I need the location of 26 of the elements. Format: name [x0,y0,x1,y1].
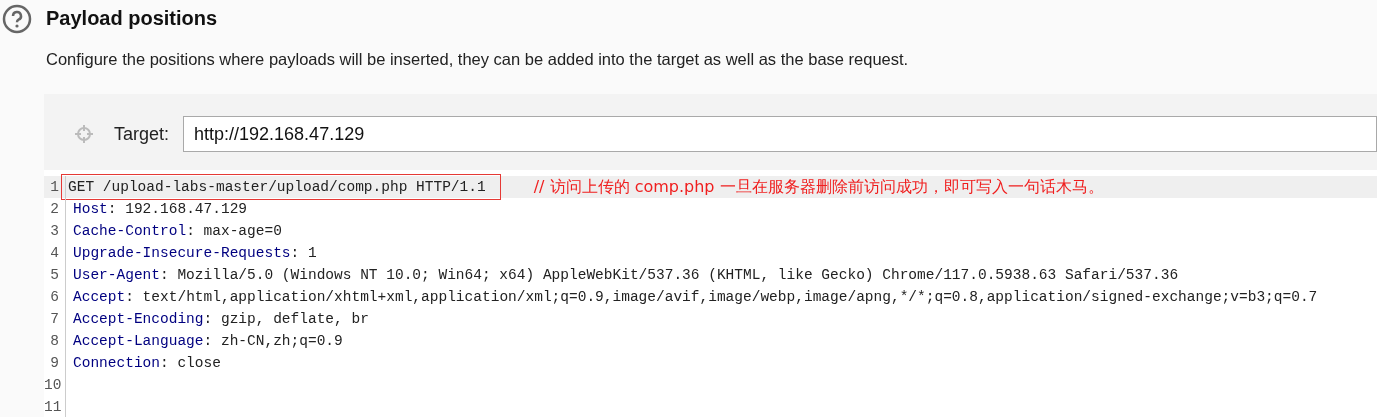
code-line: Accept: text/html,application/xhtml+xml,application/xml;q=0.9,image/avif,image/webp,image/apng,*/*;q=0.8,application/signed-exchange;v=b3;q=0.7 [72,288,1319,307]
code-line: Connection: close [72,354,222,373]
target-field[interactable]: http://192.168.47.129 [183,116,1377,152]
target-label: Target: [114,123,170,145]
code-line: Host: 192.168.47.129 [72,200,249,219]
code-line: User-Agent: Mozilla/5.0 (Windows NT 10.0; Win64; x64) AppleWebKit/537.36 (KHTML, like Gecko) Chrome/117.0.5938.63 Safari/537.36 [72,266,1180,285]
line-number: 8 [44,330,66,352]
line-number: 5 [44,264,66,286]
code-line: Accept-Encoding: gzip, deflate, br [72,310,370,329]
line-number: 10 [44,374,66,396]
line-number: 11 [44,396,66,417]
section-description: Configure the positions where payloads will be inserted, they can be added into the target as well as the base request. [46,49,909,70]
line-number: 4 [44,242,66,264]
crosshair-icon [74,124,94,144]
line-number: 6 [44,286,66,308]
line-number: 1 [44,176,66,198]
line-number: 3 [44,220,66,242]
code-line: Upgrade-Insecure-Requests: 1 [72,244,318,263]
line-number: 2 [44,198,66,220]
code-line: Accept-Language: zh-CN,zh;q=0.9 [72,332,344,351]
line-number: 7 [44,308,66,330]
help-icon[interactable] [2,4,32,34]
section-title: Payload positions [46,6,219,31]
code-line: Cache-Control: max-age=0 [72,222,283,241]
line-number: 9 [44,352,66,374]
annotation-comment: // 访问上传的 comp.php 一旦在服务器删除前访问成功，即可写入一句话木马。 [533,176,1104,198]
